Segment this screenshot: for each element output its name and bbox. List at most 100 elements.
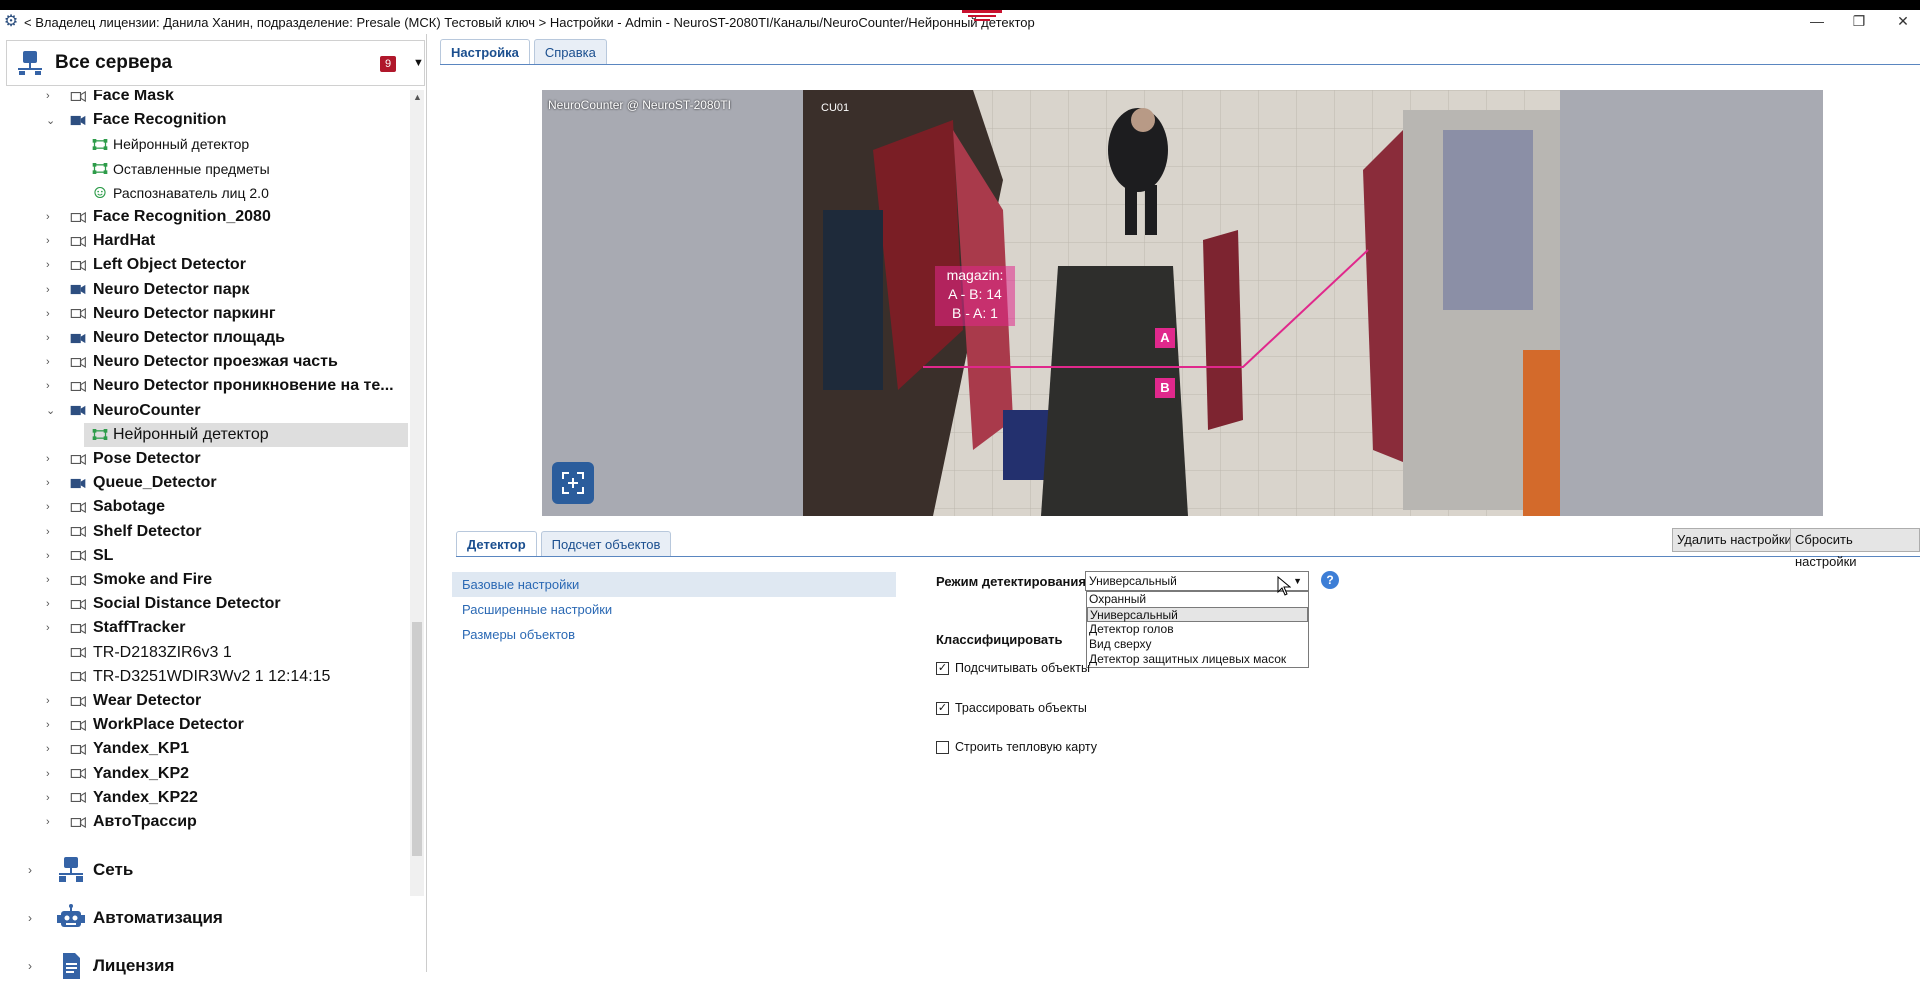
tree-channel-item[interactable]: › Social Distance Detector xyxy=(0,592,410,616)
chevron-right-icon[interactable]: › xyxy=(46,477,50,489)
chevron-right-icon[interactable]: › xyxy=(46,598,50,610)
tree-channel-item[interactable]: › StaffTracker xyxy=(0,616,410,640)
tree-channel-item[interactable]: › Neuro Detector площадь xyxy=(0,326,410,350)
chevron-right-icon[interactable]: › xyxy=(46,574,50,586)
tree-channel-item[interactable]: ⌄ Face Recognition xyxy=(0,108,410,132)
chevron-right-icon[interactable]: › xyxy=(46,768,50,780)
chevron-right-icon[interactable]: › xyxy=(46,453,50,465)
tree-channel-item[interactable]: › Neuro Detector проникновение на те... xyxy=(0,374,410,398)
chevron-right-icon[interactable]: › xyxy=(46,90,50,102)
option-head-detector[interactable]: Детектор голов xyxy=(1087,622,1308,637)
gear-icon[interactable]: ⚙ xyxy=(2,13,20,31)
tree-scrollbar[interactable]: ▲ xyxy=(410,90,424,896)
tree-channel-item[interactable]: › Left Object Detector xyxy=(0,253,410,277)
tree-channel-item[interactable]: › SL xyxy=(0,544,410,568)
tree-channel-item[interactable]: › Yandex_KP1 xyxy=(0,737,410,761)
track-objects-checkbox[interactable]: ✓ Трассировать объекты xyxy=(936,701,1087,715)
scroll-up-icon[interactable]: ▲ xyxy=(413,92,422,102)
help-icon[interactable]: ? xyxy=(1321,571,1339,589)
video-preview[interactable]: NeuroCounter @ NeuroST-2080TI CU01 magaz… xyxy=(542,90,1823,516)
chevron-right-icon[interactable]: › xyxy=(46,259,50,271)
nav-object-sizes[interactable]: Размеры объектов xyxy=(452,622,896,647)
tree-channel-item[interactable]: › Neuro Detector парк xyxy=(0,278,410,302)
tree-channel-item[interactable]: › Neuro Detector проезжая часть xyxy=(0,350,410,374)
fullscreen-button[interactable] xyxy=(552,462,594,504)
chevron-right-icon[interactable]: › xyxy=(46,308,50,320)
option-security[interactable]: Охранный xyxy=(1087,592,1308,607)
restore-button[interactable]: ❐ xyxy=(1836,10,1882,32)
tree-channel-item[interactable]: › Shelf Detector xyxy=(0,520,410,544)
chevron-right-icon[interactable]: › xyxy=(46,235,50,247)
tree-channel-item[interactable]: › АвтоТрассир xyxy=(0,810,410,834)
chevron-right-icon[interactable]: › xyxy=(46,501,50,513)
chevron-right-icon[interactable]: › xyxy=(46,211,50,223)
chevron-down-icon[interactable]: ▼ xyxy=(413,57,424,69)
tree-channel-item[interactable]: › Smoke and Fire xyxy=(0,568,410,592)
chevron-down-icon[interactable]: ⌄ xyxy=(46,114,55,127)
tree-channel-item[interactable]: › HardHat xyxy=(0,229,410,253)
chevron-down-icon[interactable]: ▼ xyxy=(1293,572,1302,590)
detection-mode-select[interactable]: Универсальный ▼ xyxy=(1085,571,1309,591)
tab-object-count[interactable]: Подсчет объектов xyxy=(540,531,672,557)
chevron-right-icon[interactable]: › xyxy=(46,622,50,634)
scroll-thumb[interactable] xyxy=(412,622,422,856)
chevron-right-icon[interactable]: › xyxy=(46,332,50,344)
chevron-right-icon[interactable]: › xyxy=(46,284,50,296)
tree-channel-item[interactable]: › Pose Detector xyxy=(0,447,410,471)
close-button[interactable]: ✕ xyxy=(1880,10,1920,32)
notification-badge[interactable]: 9 xyxy=(380,56,396,72)
tree-detector-item[interactable]: Нейронный детектор xyxy=(0,132,410,156)
chevron-right-icon[interactable]: › xyxy=(28,911,32,925)
reset-settings-button[interactable]: Сбросить настройки xyxy=(1790,528,1920,569)
tree-channel-item[interactable]: › Face Recognition_2080 xyxy=(0,205,410,229)
tree-channel-item[interactable]: › Neuro Detector паркинг xyxy=(0,302,410,326)
option-top-view[interactable]: Вид сверху xyxy=(1087,637,1308,652)
tree-detector-item[interactable]: Распознаватель лиц 2.0 xyxy=(0,181,410,205)
nav-advanced-settings[interactable]: Расширенные настройки xyxy=(452,597,896,622)
tree-channel-item[interactable]: › Wear Detector xyxy=(0,689,410,713)
tab-detector[interactable]: Детектор xyxy=(456,531,537,557)
chevron-right-icon[interactable]: › xyxy=(46,550,50,562)
delete-settings-button[interactable]: Удалить настройки xyxy=(1672,528,1797,552)
tree-channel-item[interactable]: ⌄ NeuroCounter xyxy=(0,399,410,423)
tab-help[interactable]: Справка xyxy=(533,39,607,65)
checkmark-icon[interactable]: ✓ xyxy=(936,701,949,715)
tree-channel-item[interactable]: › WorkPlace Detector xyxy=(0,713,410,737)
zone-b-marker[interactable]: B xyxy=(1155,378,1175,398)
section-network[interactable]: › Сеть xyxy=(0,852,410,888)
checkmark-icon[interactable]: ✓ xyxy=(936,661,949,675)
chevron-down-icon[interactable]: ⌄ xyxy=(46,404,55,417)
tree-channel-item[interactable]: TR-D3251WDIR3Wv2 1 12:14:15 xyxy=(0,665,410,689)
section-automation[interactable]: › Автоматизация xyxy=(0,900,410,936)
tree-channel-item[interactable]: TR-D2183ZIR6v3 1 xyxy=(0,641,410,665)
count-objects-checkbox[interactable]: ✓ Подсчитывать объекты xyxy=(936,661,1090,675)
tree-channel-item[interactable]: › Queue_Detector xyxy=(0,471,410,495)
tree-detector-item[interactable]: Нейронный детектор xyxy=(84,422,408,447)
chevron-right-icon[interactable]: › xyxy=(28,863,32,877)
zone-a-marker[interactable]: A xyxy=(1155,328,1175,348)
chevron-right-icon[interactable]: › xyxy=(46,792,50,804)
camera-scene[interactable]: CU01 magazin: A - B: 14 B - A: 1 A B xyxy=(803,90,1560,516)
option-universal[interactable]: Универсальный xyxy=(1087,607,1308,622)
servers-header[interactable]: Все сервера 9 ▼ xyxy=(6,40,425,86)
chevron-right-icon[interactable]: › xyxy=(46,380,50,392)
nav-basic-settings[interactable]: Базовые настройки xyxy=(452,572,896,597)
chevron-right-icon[interactable]: › xyxy=(46,816,50,828)
chevron-right-icon[interactable]: › xyxy=(46,719,50,731)
chevron-right-icon[interactable]: › xyxy=(28,959,32,973)
tree-channel-item[interactable]: › Face Mask xyxy=(0,90,410,108)
option-face-mask-detector[interactable]: Детектор защитных лицевых масок xyxy=(1087,652,1308,667)
minimize-button[interactable]: — xyxy=(1794,10,1840,32)
chevron-right-icon[interactable]: › xyxy=(46,356,50,368)
tree-detector-item[interactable]: Оставленные предметы xyxy=(0,157,410,181)
chevron-right-icon[interactable]: › xyxy=(46,695,50,707)
section-license[interactable]: › Лицензия xyxy=(0,948,410,984)
heatmap-checkbox[interactable]: Строить тепловую карту xyxy=(936,740,1097,754)
tree-channel-item[interactable]: › Yandex_KP2 xyxy=(0,762,410,786)
tab-settings[interactable]: Настройка xyxy=(440,39,530,65)
chevron-right-icon[interactable]: › xyxy=(46,526,50,538)
tree-channel-item[interactable]: › Yandex_KP22 xyxy=(0,786,410,810)
checkbox-empty-icon[interactable] xyxy=(936,740,949,754)
tree-channel-item[interactable]: › Sabotage xyxy=(0,495,410,519)
chevron-right-icon[interactable]: › xyxy=(46,743,50,755)
